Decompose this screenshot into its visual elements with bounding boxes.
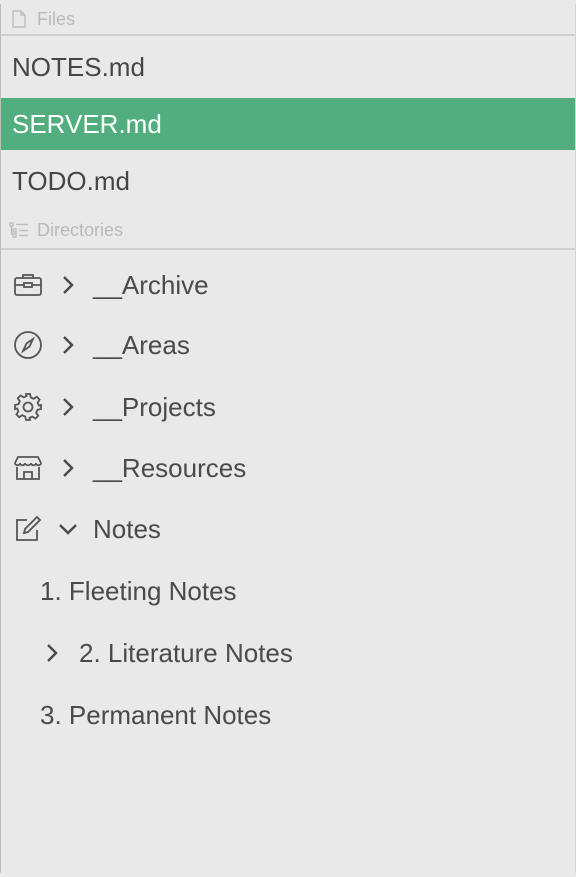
file-icon (9, 9, 29, 29)
chevron-down-icon[interactable] (55, 516, 81, 542)
chevron-right-icon[interactable] (45, 642, 65, 664)
dir-item-areas[interactable]: __Areas (1, 314, 575, 376)
dir-item-label: __Projects (93, 391, 216, 422)
file-item-label: SERVER.md (12, 108, 162, 139)
dir-item-projects[interactable]: __Projects (1, 376, 575, 438)
subdir-item-fleeting-notes[interactable]: 1. Fleeting Notes (1, 560, 575, 622)
list-tree-icon (9, 220, 29, 240)
chevron-right-icon[interactable] (55, 394, 81, 420)
dir-item-label: __Resources (93, 452, 247, 483)
directories-section-title: Directories (37, 219, 124, 240)
edit-icon (11, 512, 45, 546)
subdir-item-literature-notes[interactable]: 2. Literature Notes (1, 622, 575, 684)
file-tree-panel: Files NOTES.md SERVER.md TODO.md Directo… (0, 4, 576, 873)
file-item-server[interactable]: SERVER.md (1, 98, 575, 150)
dir-item-label: __Areas (93, 329, 190, 360)
dir-item-archive[interactable]: __Archive (1, 256, 575, 314)
briefcase-icon (11, 268, 45, 302)
subdir-item-label: 1. Fleeting Notes (40, 575, 237, 606)
dir-item-label: Notes (93, 513, 161, 544)
file-item-label: TODO.md (12, 165, 130, 196)
chevron-right-icon[interactable] (55, 272, 81, 298)
files-section-title: Files (37, 8, 76, 29)
compass-icon (11, 328, 45, 362)
file-item-label: NOTES.md (12, 51, 145, 82)
dir-item-label: __Archive (93, 269, 209, 300)
chevron-right-icon[interactable] (55, 332, 81, 358)
store-icon (11, 451, 45, 485)
subdir-item-permanent-notes[interactable]: 3. Permanent Notes (1, 684, 575, 746)
subdir-item-label: 2. Literature Notes (79, 637, 293, 668)
dir-item-resources[interactable]: __Resources (1, 438, 575, 498)
directories-section-header: Directories (1, 212, 575, 250)
subdir-item-label: 3. Permanent Notes (40, 699, 272, 730)
files-section-header: Files (1, 4, 575, 36)
file-item-todo[interactable]: TODO.md (1, 150, 575, 212)
gear-icon (11, 390, 45, 424)
chevron-right-icon[interactable] (55, 455, 81, 481)
dir-item-notes[interactable]: Notes (1, 498, 575, 560)
file-item-notes[interactable]: NOTES.md (1, 36, 575, 98)
